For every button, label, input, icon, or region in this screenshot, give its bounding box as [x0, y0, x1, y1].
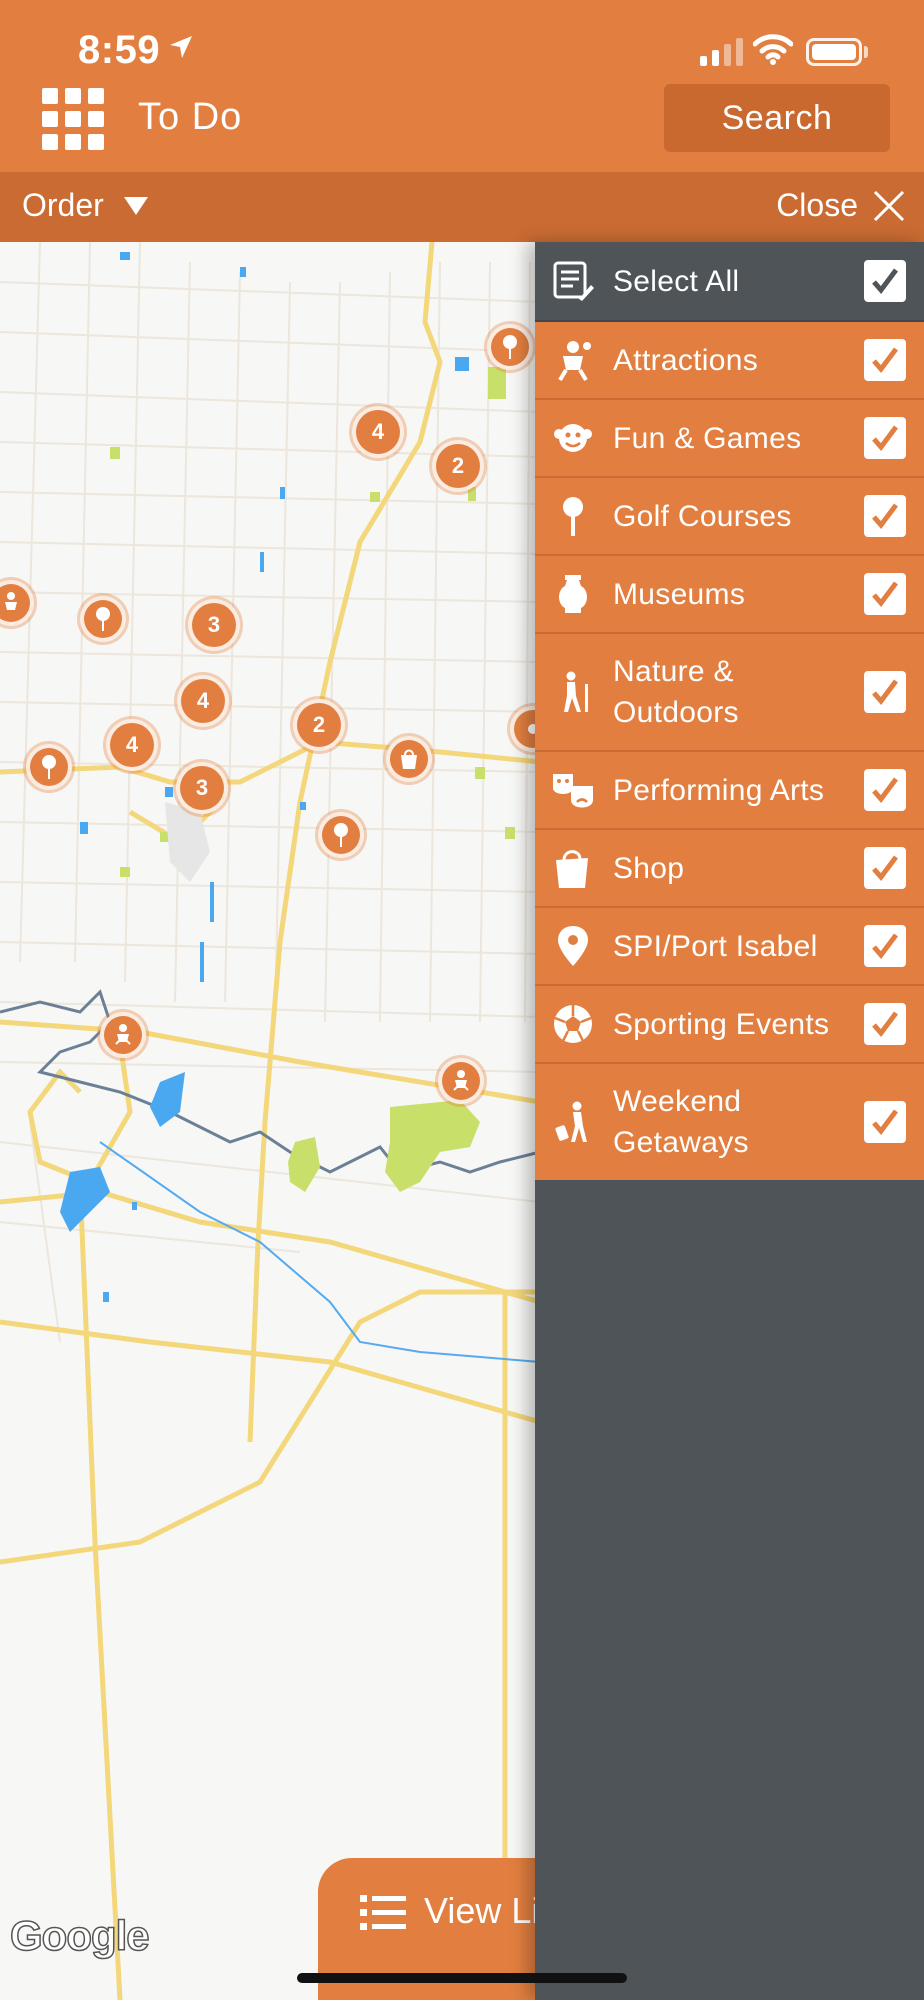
close-label: Close — [776, 187, 858, 223]
list-icon — [360, 1895, 406, 1930]
wifi-icon — [753, 34, 793, 65]
category-label: SPI/Port Isabel — [613, 929, 818, 963]
museum-icon — [551, 572, 595, 616]
category-checkbox[interactable] — [864, 495, 906, 537]
shopping-bag-pin-icon[interactable] — [386, 736, 432, 782]
golf-pin-icon[interactable] — [487, 324, 533, 370]
golf-pin-icon[interactable] — [318, 812, 364, 858]
category-checkbox[interactable] — [864, 671, 906, 713]
caret-down-icon — [123, 196, 148, 215]
category-label: Shop — [613, 851, 685, 885]
location-arrow-icon — [170, 36, 192, 58]
category-label: Sporting Events — [613, 1007, 830, 1041]
category-row-golf[interactable]: Golf Courses — [535, 478, 924, 556]
category-row-spi-port-isabel[interactable]: SPI/Port Isabel — [535, 908, 924, 986]
category-row-weekend-getaways[interactable]: Weekend Getaways — [535, 1064, 924, 1180]
category-label: Performing Arts — [613, 773, 825, 807]
location-pin-icon — [551, 924, 595, 968]
order-label: Order — [22, 187, 104, 223]
map-cluster[interactable]: 4 — [177, 675, 229, 727]
search-button[interactable]: Search — [664, 84, 890, 152]
select-all-checkbox[interactable] — [864, 260, 906, 302]
category-checkbox[interactable] — [864, 417, 906, 459]
category-label: Golf Courses — [613, 499, 792, 533]
map-cluster[interactable]: 2 — [293, 699, 345, 751]
cellular-signal-icon — [700, 38, 743, 66]
battery-nub — [864, 46, 868, 58]
category-filter-panel: Select All Attractions Fun & Games Golf … — [535, 242, 924, 2000]
map-cluster[interactable]: 4 — [352, 406, 404, 458]
attractions-pin-icon[interactable] — [438, 1058, 484, 1104]
category-checkbox[interactable] — [864, 339, 906, 381]
theater-masks-icon — [551, 768, 595, 812]
app-header: 8:59 To Do Search — [0, 0, 924, 172]
category-row-performing-arts[interactable]: Performing Arts — [535, 752, 924, 830]
category-label: Attractions — [613, 343, 759, 377]
home-indicator[interactable] — [297, 1973, 627, 1983]
category-label: Weekend Getaways — [613, 1085, 749, 1159]
checklist-edit-icon — [551, 259, 595, 303]
category-label: Nature & Outdoors — [613, 655, 739, 729]
order-dropdown[interactable]: Order — [22, 187, 148, 224]
category-checkbox[interactable] — [864, 847, 906, 889]
golf-icon — [551, 494, 595, 538]
category-row-fun-games[interactable]: Fun & Games — [535, 400, 924, 478]
select-all-row[interactable]: Select All — [535, 242, 924, 322]
golf-pin-icon[interactable] — [80, 596, 126, 642]
fun-games-icon — [551, 416, 595, 460]
shopping-bag-icon — [551, 846, 595, 890]
traveler-icon — [551, 1100, 595, 1144]
close-button[interactable]: Close — [776, 187, 906, 224]
page-title: To Do — [138, 96, 243, 138]
status-time: 8:59 — [78, 28, 161, 72]
golf-pin-icon[interactable] — [26, 744, 72, 790]
attractions-pin-icon[interactable] — [100, 1012, 146, 1058]
category-checkbox[interactable] — [864, 573, 906, 615]
category-row-museums[interactable]: Museums — [535, 556, 924, 634]
hiker-icon — [551, 670, 595, 714]
category-checkbox[interactable] — [864, 1101, 906, 1143]
map-cluster[interactable]: 3 — [176, 762, 228, 814]
map-cluster[interactable]: 4 — [106, 719, 158, 771]
close-icon — [873, 190, 905, 221]
map-cluster[interactable]: 3 — [188, 599, 240, 651]
category-checkbox[interactable] — [864, 769, 906, 811]
category-label: Museums — [613, 577, 746, 611]
select-all-label: Select All — [613, 264, 740, 298]
category-checkbox[interactable] — [864, 1003, 906, 1045]
battery-icon — [806, 38, 862, 66]
soccer-ball-icon — [551, 1002, 595, 1046]
category-row-sporting-events[interactable]: Sporting Events — [535, 986, 924, 1064]
category-row-nature-outdoors[interactable]: Nature & Outdoors — [535, 634, 924, 752]
category-row-attractions[interactable]: Attractions — [535, 322, 924, 400]
category-checkbox[interactable] — [864, 925, 906, 967]
view-list-label: View Li — [424, 1890, 540, 1931]
category-row-shop[interactable]: Shop — [535, 830, 924, 908]
menu-grid-icon[interactable] — [42, 88, 104, 150]
map-cluster[interactable]: 2 — [432, 440, 484, 492]
sub-toolbar: Order Close — [0, 172, 924, 242]
category-label: Fun & Games — [613, 421, 802, 455]
attractions-icon — [551, 338, 595, 382]
google-logo: Google — [9, 1911, 150, 1960]
